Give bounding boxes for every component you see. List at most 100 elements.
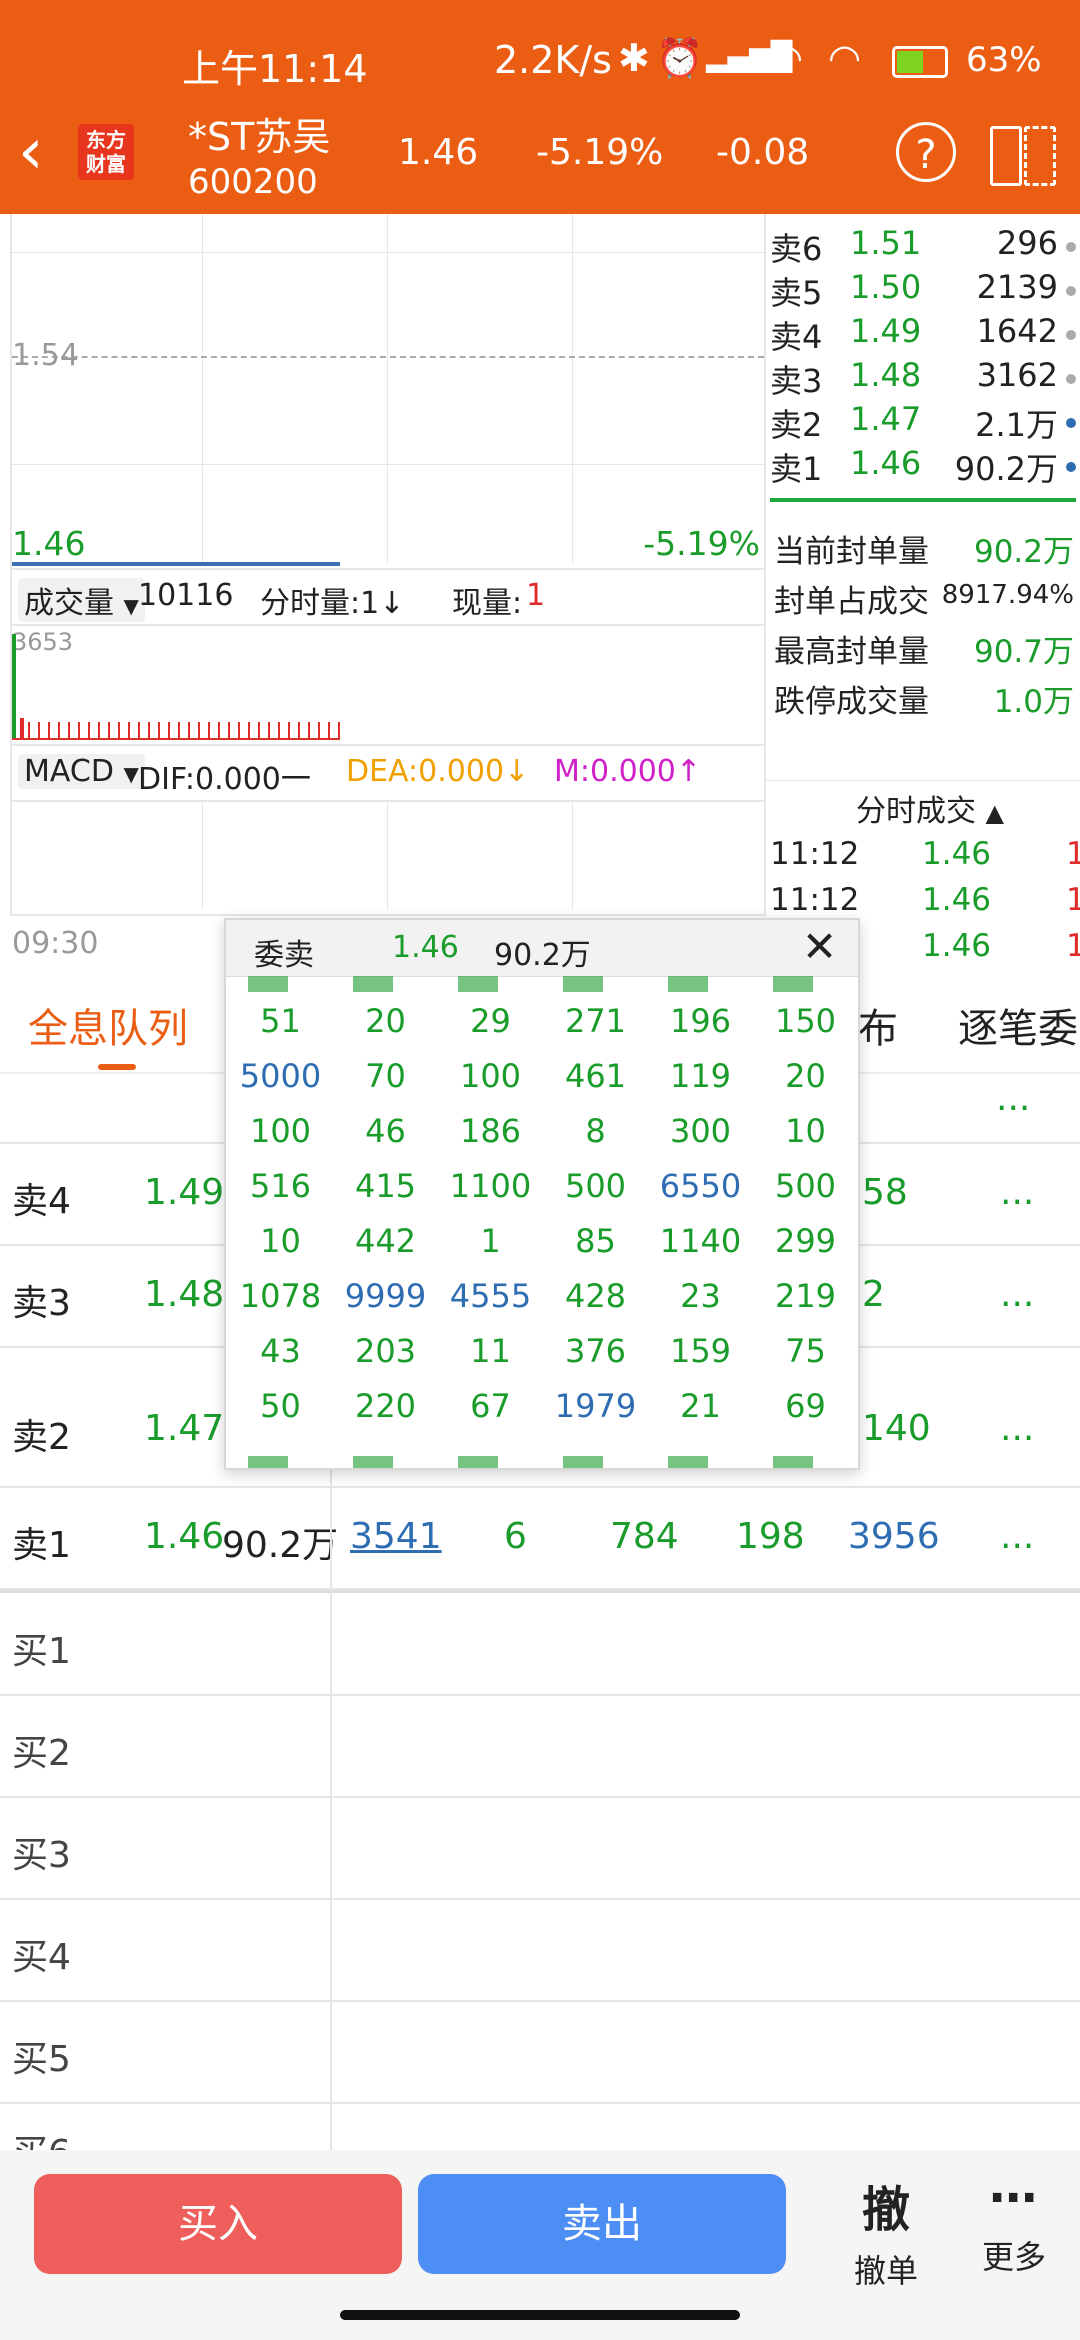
status-net-speed: 2.2K/s [494, 38, 612, 82]
order-book-row[interactable]: 卖6 1.51 296 [770, 224, 1076, 268]
queue-order-value: 2 [862, 1274, 885, 1315]
question-circle-icon[interactable]: ? [896, 122, 956, 182]
popup-queue-cell: 6550 [659, 1167, 742, 1205]
seal-stat-row: 最高封单量 90.7万 [774, 626, 1074, 670]
close-icon[interactable]: ✕ [802, 922, 837, 971]
order-book-row[interactable]: 卖1 1.46 90.2万 [770, 444, 1076, 488]
trades-header[interactable]: 分时成交 ▲ [856, 786, 1004, 830]
popup-queue-cell: 4555 [449, 1277, 532, 1315]
queue-order-value: 58 [862, 1172, 908, 1213]
buy-button[interactable]: 买入 [34, 2174, 402, 2274]
table-row[interactable]: 买4 [0, 1900, 1080, 2002]
alarm-icon: ⏰ [656, 36, 704, 80]
table-row[interactable]: 买3 [0, 1798, 1080, 1900]
popup-queue-cell: 75 [785, 1332, 826, 1370]
stat-label: 最高封单量 [774, 634, 929, 670]
status-time: 上午11:14 [182, 47, 368, 91]
status-dot-icon [1066, 242, 1076, 252]
home-indicator [340, 2310, 740, 2320]
popup-queue-cell: 186 [459, 1112, 522, 1150]
volume-header: 成交量 ▼ 10116 分时量:1↓ 现量: 1 [12, 568, 764, 626]
popup-queue-cell: 203 [354, 1332, 417, 1370]
app-logo: 东方 财富 [78, 124, 134, 180]
order-level-label: 卖6 [770, 230, 823, 268]
queue-price: 1.47 [144, 1408, 225, 1449]
popup-queue-cell: 150 [774, 1002, 837, 1040]
table-row[interactable]: 买2 [0, 1696, 1080, 1798]
queue-price: 1.46 [144, 1516, 225, 1557]
intraday-chart[interactable]: 1.54 1.46 -5.19% 成交量 ▼ 10116 分时量:1↓ 现量: … [10, 214, 766, 916]
trade-time: 11:12 [770, 882, 860, 918]
more-button[interactable]: ... [1000, 1274, 1034, 1315]
more-button[interactable]: ... [1000, 1516, 1034, 1557]
app-header: 上午11:14 2.2K/s ✱ ⏰ ▂▄▆█ ◠ ◠ 63% ‹ 东方 财富 *… [0, 0, 1080, 214]
order-book-row[interactable]: 卖3 1.48 3162 [770, 356, 1076, 400]
popup-queue-cell: 516 [249, 1167, 312, 1205]
order-book-row[interactable]: 卖5 1.50 2139 [770, 268, 1076, 312]
order-book-row[interactable]: 卖4 1.49 1642 [770, 312, 1076, 356]
status-dot-icon [1066, 418, 1076, 428]
trade-price: 1.46 [922, 882, 992, 918]
queue-order-value: 784 [610, 1516, 679, 1557]
macd-selector[interactable]: MACD ▼ [18, 754, 145, 789]
tab-distribution[interactable]: 布 [858, 996, 898, 1054]
back-arrow-icon[interactable]: ‹ [18, 120, 44, 184]
popup-queue-cell: 415 [354, 1167, 417, 1205]
popup-queue-cell: 119 [669, 1057, 732, 1095]
seal-stat-row: 跌停成交量 1.0万 [774, 676, 1074, 720]
volume-max-label: 3653 [12, 628, 74, 656]
popup-volume: 90.2万 [494, 938, 591, 973]
queue-level-label: 买1 [12, 1631, 71, 1672]
more-button[interactable]: ... [1000, 1408, 1034, 1449]
status-dot-icon [1066, 462, 1076, 472]
macd-header: MACD ▼ DIF:0.000一 DEA:0.000↓ M:0.000↑ [12, 744, 764, 802]
queue-price: 1.48 [144, 1274, 225, 1315]
queue-order-value[interactable]: 3541 [350, 1516, 442, 1557]
cancel-order-button[interactable]: 撤 撤单 [836, 2170, 936, 2310]
sell-button[interactable]: 卖出 [418, 2174, 786, 2274]
split-screen-icon[interactable] [990, 122, 1056, 186]
table-row[interactable]: 买1 [0, 1594, 1080, 1696]
wifi-call-icon: ◠ [770, 36, 804, 80]
more-label: 更多 [981, 2238, 1046, 2276]
popup-queue-cell: 1979 [554, 1387, 637, 1425]
order-price: 1.50 [850, 268, 922, 306]
popup-title: 委卖 [254, 938, 314, 973]
tab-full-queue[interactable]: 全息队列 [28, 996, 188, 1054]
order-price: 1.46 [850, 444, 922, 482]
dea-value: DEA:0.000↓ [346, 754, 530, 789]
popup-queue-cell: 196 [669, 1002, 732, 1040]
change-amount: -0.08 [716, 132, 810, 173]
seal-stat-row: 封单占成交 8917.94% [774, 576, 1074, 620]
bottom-bar: 买入 卖出 撤 撤单 ⋯ 更多 [0, 2150, 1080, 2340]
dropdown-triangle-icon: ▼ [123, 762, 139, 786]
table-row[interactable]: 买6 [0, 2104, 1080, 2154]
status-dot-icon [1066, 286, 1076, 296]
table-row[interactable]: 买5 [0, 2002, 1080, 2104]
order-level-label: 卖5 [770, 274, 823, 312]
table-row[interactable]: 卖1 1.46 90.2万 3541 6 784 198 3956... [0, 1488, 1080, 1590]
battery-icon [892, 46, 948, 78]
order-volume: 1642 [976, 312, 1058, 350]
stock-name: *ST苏吴 [188, 115, 331, 159]
stat-label: 当前封单量 [774, 534, 929, 570]
trade-time: 11:12 [770, 836, 860, 872]
popup-queue-cell: 220 [354, 1387, 417, 1425]
order-book-row[interactable]: 卖2 1.47 2.1万 [770, 400, 1076, 444]
popup-queue-cell: 10 [260, 1222, 301, 1260]
trade-volume: 1 [1066, 882, 1080, 918]
more-button[interactable]: ... [1000, 1172, 1034, 1213]
queue-level-label: 买5 [12, 2039, 71, 2080]
popup-header: 委卖 1.46 90.2万 ✕ [226, 920, 858, 977]
tab-tick-orders[interactable]: 逐笔委 [958, 996, 1078, 1054]
more-menu-button[interactable]: ⋯ 更多 [964, 2170, 1064, 2310]
trade-volume: 1 [1066, 836, 1080, 872]
more-button[interactable]: ... [996, 1078, 1030, 1119]
popup-queue-cell: 69 [785, 1387, 826, 1425]
ref-price-label: 1.54 [12, 338, 79, 373]
popup-queue-cell: 67 [470, 1387, 511, 1425]
popup-queue-cell: 1078 [239, 1277, 322, 1315]
volume-selector[interactable]: 成交量 ▼ [18, 578, 145, 622]
order-level-label: 卖2 [770, 406, 823, 444]
order-book: 卖6 1.51 296 卖5 1.50 2139 卖4 1.49 1642 卖3 1.48 3162 卖… [764, 214, 1080, 964]
